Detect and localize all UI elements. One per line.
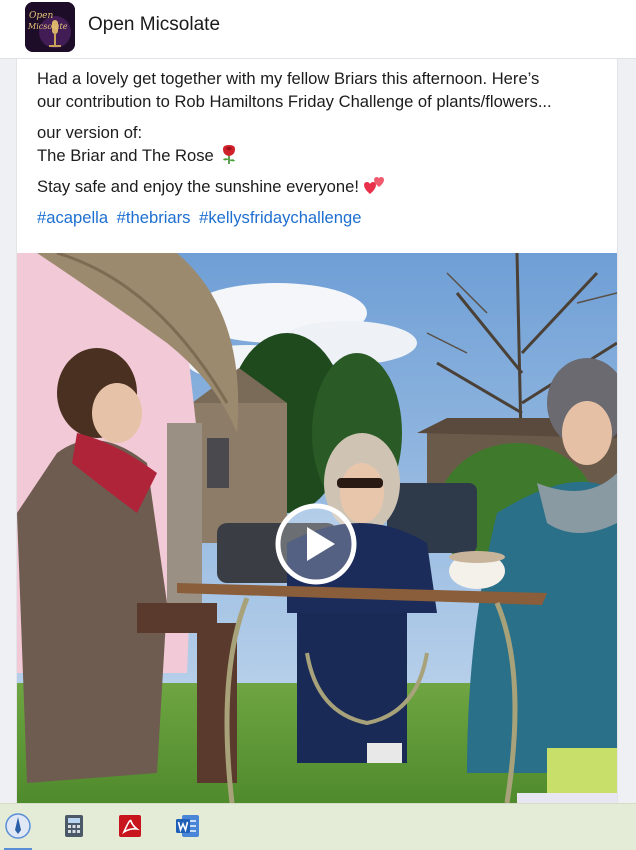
hashtag-link[interactable]: #thebriars bbox=[117, 208, 191, 227]
hashtags: #acapella #thebriars #kellysfridaychalle… bbox=[37, 206, 607, 229]
post-card: Had a lovely get together with my fellow… bbox=[16, 59, 618, 803]
hashtag-link[interactable]: #kellysfridaychallenge bbox=[199, 208, 361, 227]
two-hearts-icon bbox=[363, 177, 384, 194]
word-icon[interactable] bbox=[174, 812, 202, 840]
calculator-icon[interactable] bbox=[60, 812, 88, 840]
pen-icon[interactable] bbox=[4, 812, 32, 840]
closing-line: Stay safe and enjoy the sunshine everyon… bbox=[37, 175, 607, 198]
svg-text:Micsolate: Micsolate bbox=[27, 22, 68, 31]
page-title[interactable]: Open Micsolate bbox=[88, 14, 220, 36]
open-micsolate-logo-icon: Open Micsolate bbox=[25, 2, 75, 52]
hashtag-link[interactable]: #acapella bbox=[37, 208, 108, 227]
page-header: Open Micsolate Open Micsolate bbox=[0, 0, 636, 59]
app-window: Open Micsolate Open Micsolate Had a love… bbox=[0, 0, 636, 803]
version-intro: our version of: bbox=[37, 123, 143, 142]
play-icon[interactable] bbox=[275, 503, 357, 585]
avatar[interactable]: Open Micsolate bbox=[25, 2, 75, 52]
song-title: The Briar and The Rose bbox=[37, 146, 214, 165]
closing-text: Stay safe and enjoy the sunshine everyon… bbox=[37, 177, 359, 196]
video-player[interactable] bbox=[17, 253, 617, 803]
pdf-icon[interactable] bbox=[116, 812, 144, 840]
post-text-line: Had a lovely get together with my fellow… bbox=[37, 69, 540, 88]
rose-icon bbox=[222, 145, 235, 164]
song-title-line: The Briar and The Rose bbox=[37, 144, 607, 167]
taskbar bbox=[0, 803, 636, 850]
post-text-line: our contribution to Rob Hamiltons Friday… bbox=[37, 92, 552, 111]
post-body: Had a lovely get together with my fellow… bbox=[37, 67, 607, 237]
svg-text:Open: Open bbox=[29, 11, 53, 21]
